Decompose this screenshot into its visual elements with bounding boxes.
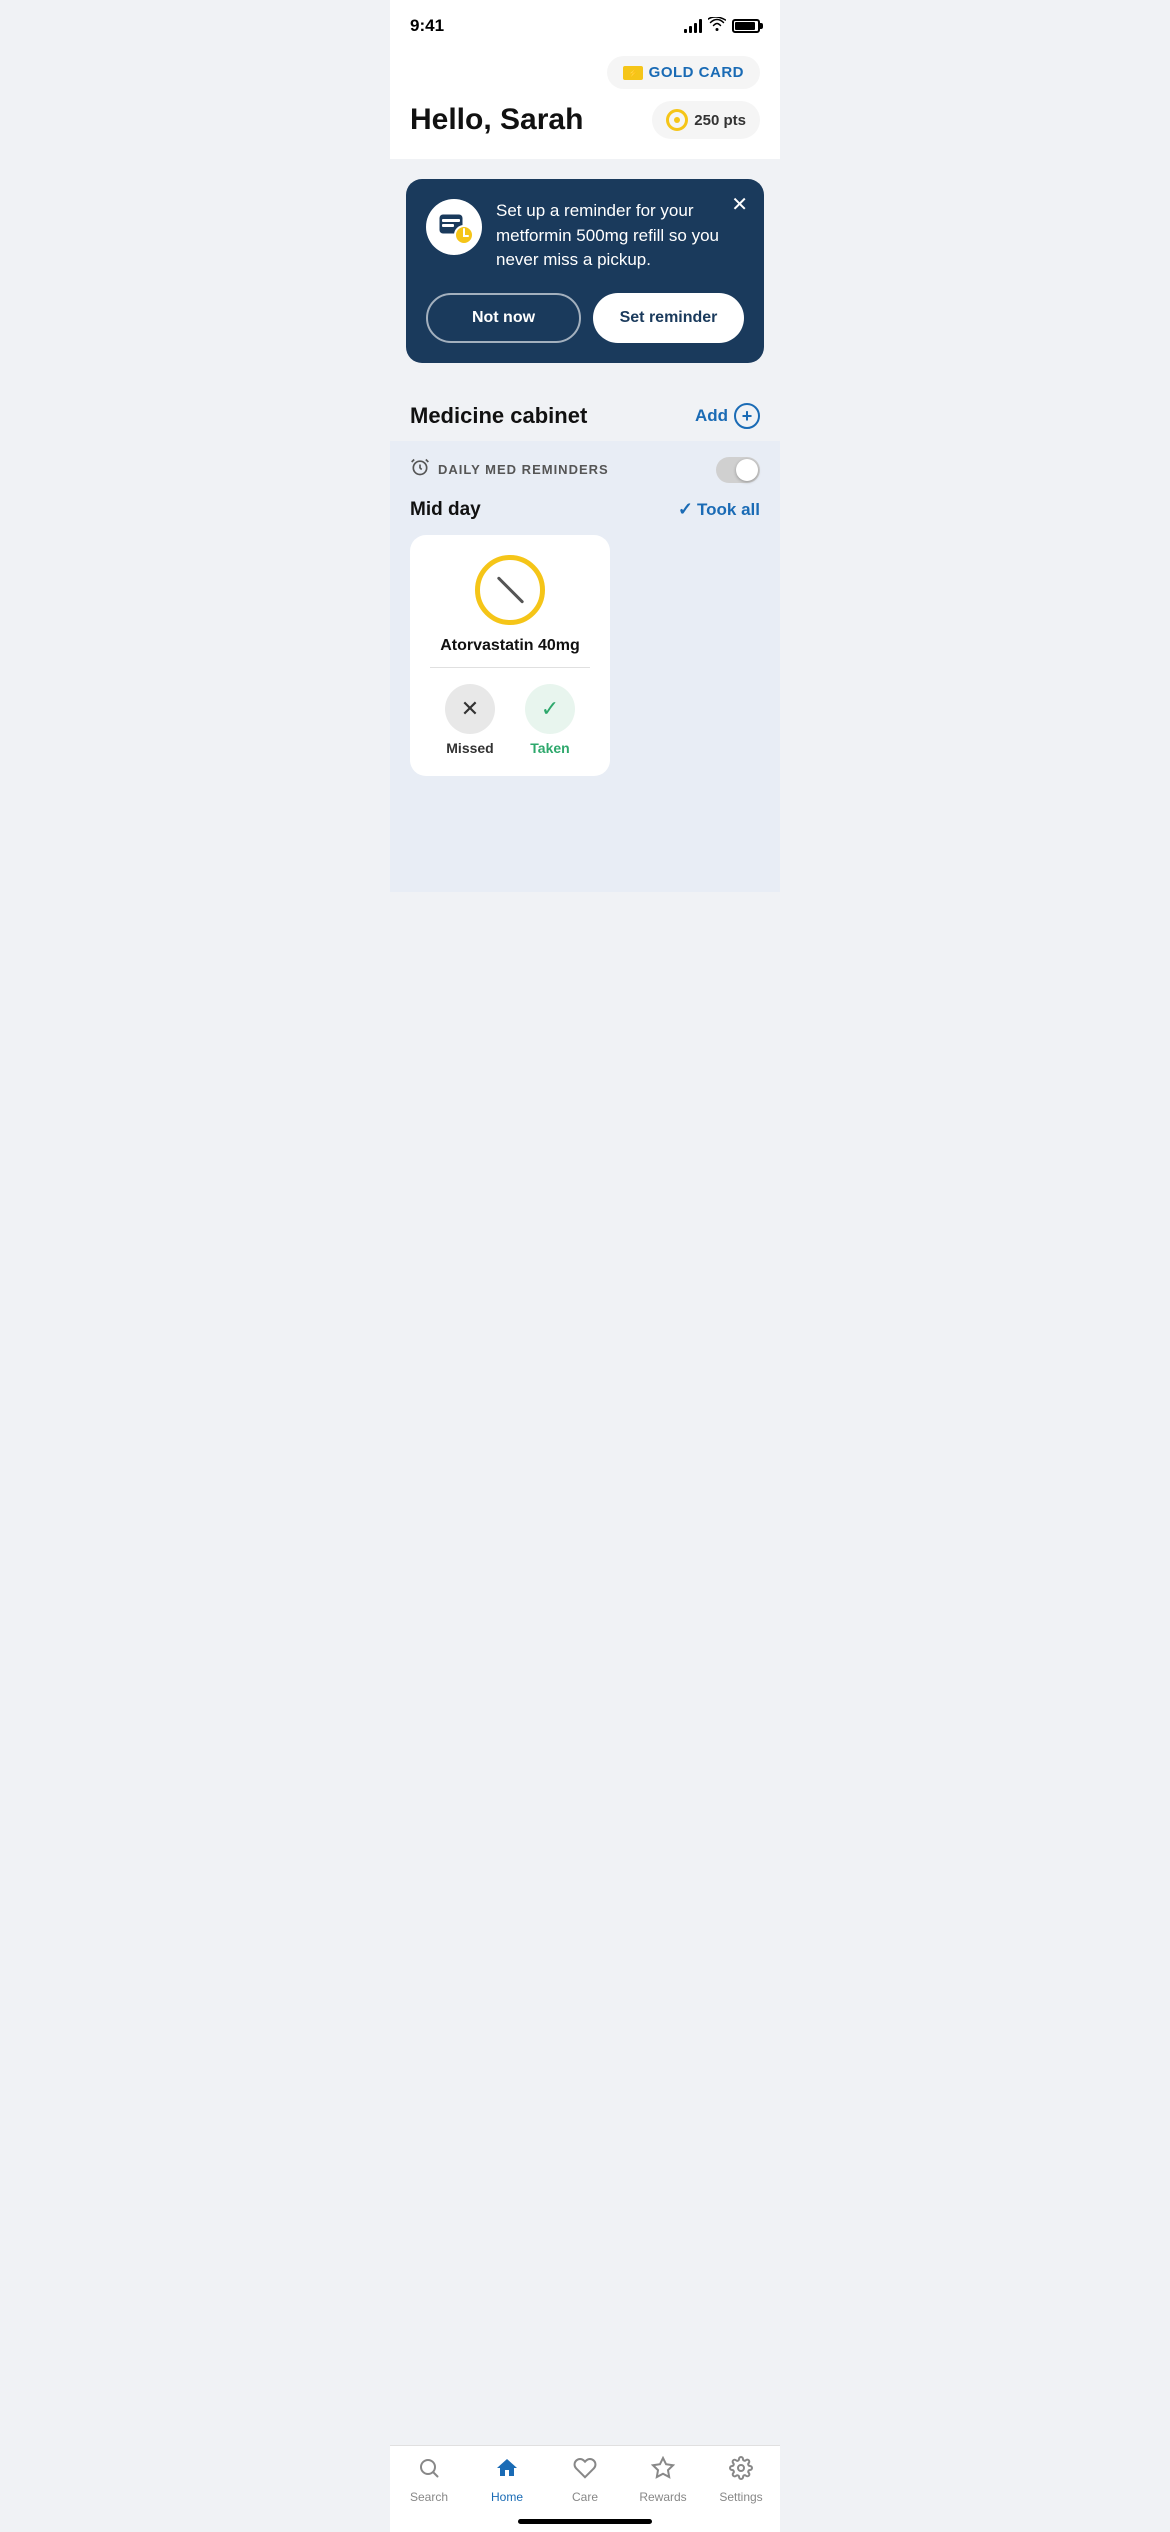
toggle-knob [736,459,758,481]
settings-icon [729,2456,753,2486]
took-all-indicator: ✓ Took all [678,499,760,520]
nav-home-label: Home [491,2490,523,2504]
daily-med-label: DAILY MED REMINDERS [438,462,609,477]
med-circle-icon [475,555,545,625]
med-divider [430,667,590,668]
reminder-message: Set up a reminder for your metformin 500… [496,199,744,273]
taken-label: Taken [530,740,569,756]
nav-care-label: Care [572,2490,598,2504]
nav-rewards-label: Rewards [639,2490,686,2504]
alarm-icon [410,457,430,482]
reminder-close-button[interactable]: ✕ [731,195,748,215]
med-slash-icon [496,576,524,604]
add-circle-icon: + [734,403,760,429]
set-reminder-button[interactable]: Set reminder [593,293,744,343]
svg-text:⚡: ⚡ [628,68,638,78]
gold-card-icon: ⚡ [623,66,643,80]
refill-reminder-icon [434,207,474,247]
medicine-cabinet-title: Medicine cabinet [410,403,587,429]
home-indicator [518,2519,652,2524]
battery-icon [732,19,760,33]
search-icon [417,2456,441,2486]
status-icons [684,17,760,36]
nav-home[interactable]: Home [477,2456,537,2504]
reminder-card: ✕ Set up a reminder for your metformin 5… [406,179,764,363]
gold-card-button[interactable]: ⚡ GOLD CARD [607,56,760,89]
home-icon [495,2456,519,2486]
reminder-section: ✕ Set up a reminder for your metformin 5… [390,159,780,383]
missed-label: Missed [446,740,493,756]
took-all-label: Took all [697,500,760,520]
status-time: 9:41 [410,16,444,36]
add-label: Add [695,406,728,426]
missed-button[interactable]: ✕ Missed [445,684,495,756]
points-value: 250 pts [694,112,746,129]
daily-med-toggle[interactable] [716,457,760,483]
nav-search[interactable]: Search [399,2456,459,2504]
points-badge: 250 pts [652,101,760,139]
reminder-icon-wrap [426,199,482,255]
missed-circle: ✕ [445,684,495,734]
check-mark-icon: ✓ [678,499,693,520]
nav-search-label: Search [410,2490,448,2504]
not-now-button[interactable]: Not now [426,293,581,343]
reminder-content: Set up a reminder for your metformin 500… [426,199,744,273]
header-row: Hello, Sarah 250 pts [410,101,760,139]
med-icon-wrap [430,555,590,625]
rewards-icon [651,2456,675,2486]
daily-med-header: DAILY MED REMINDERS [410,457,760,483]
care-icon [573,2456,597,2486]
points-icon [666,109,688,131]
greeting-text: Hello, Sarah [410,103,583,137]
header: ⚡ GOLD CARD Hello, Sarah 250 pts [390,48,780,159]
signal-bars-icon [684,19,702,33]
check-icon: ✓ [541,696,559,722]
taken-circle: ✓ [525,684,575,734]
taken-button[interactable]: ✓ Taken [525,684,575,756]
status-bar: 9:41 [390,0,780,48]
mid-day-row: Mid day ✓ Took all [410,499,760,521]
x-icon: ✕ [461,696,479,722]
medication-name: Atorvastatin 40mg [430,637,590,655]
mid-day-label: Mid day [410,499,481,521]
med-actions: ✕ Missed ✓ Taken [430,684,590,756]
gold-card-label: GOLD CARD [649,64,744,81]
nav-rewards[interactable]: Rewards [633,2456,693,2504]
add-medicine-button[interactable]: Add + [695,403,760,429]
nav-settings-label: Settings [719,2490,762,2504]
reminder-buttons: Not now Set reminder [426,293,744,343]
wifi-icon [708,17,726,36]
nav-care[interactable]: Care [555,2456,615,2504]
nav-settings[interactable]: Settings [711,2456,771,2504]
medicine-card: Atorvastatin 40mg ✕ Missed ✓ Taken [410,535,610,776]
daily-med-section: DAILY MED REMINDERS Mid day ✓ Took all A… [390,441,780,892]
medicine-cabinet-header: Medicine cabinet Add + [390,383,780,441]
close-icon: ✕ [731,194,748,216]
